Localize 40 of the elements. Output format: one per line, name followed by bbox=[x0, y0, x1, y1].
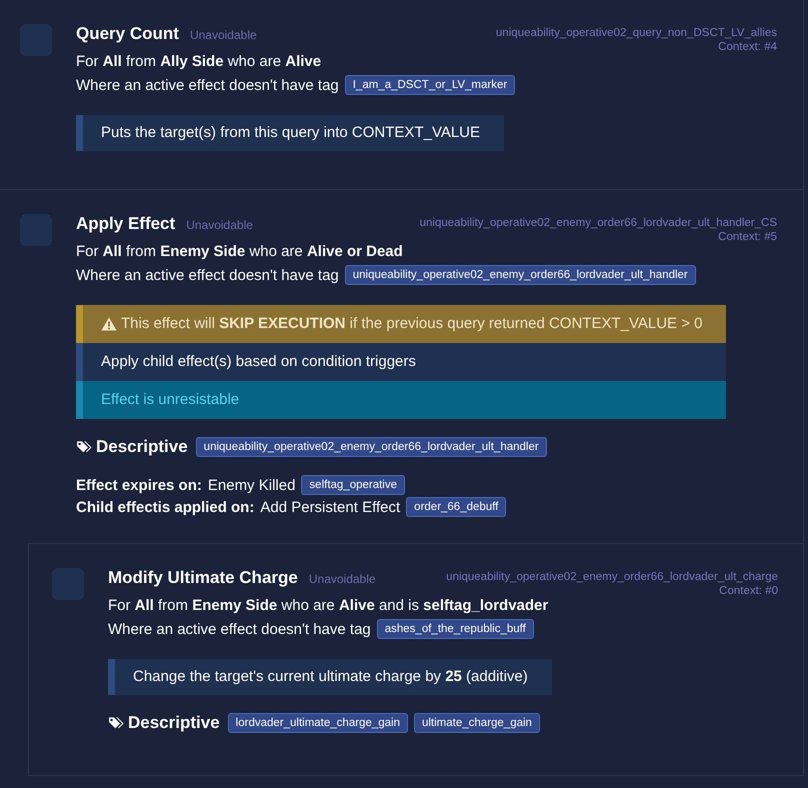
context-label: Context: #4 bbox=[717, 40, 777, 54]
trigger-label: Effect expires on: bbox=[76, 477, 202, 494]
warning-text: This effect will SKIP EXECUTION if the previous query returned CONTEXT_VALUE > 0 bbox=[121, 314, 702, 334]
flag-label: Unavoidable bbox=[190, 27, 257, 44]
tag-chip: lordvader_ultimate_charge_gain bbox=[228, 713, 408, 733]
tags-icon bbox=[108, 716, 126, 730]
effect-title: Modify Ultimate Charge bbox=[108, 567, 298, 589]
effect-identifier: uniqueability_operative02_enemy_order66_lordvader_ult_handler_CS bbox=[420, 216, 777, 230]
info-banner: Change the target's current ultimate charge by 25 (additive) bbox=[108, 659, 552, 695]
effect-identifier: uniqueability_operative02_enemy_order66_lordvader_ult_charge bbox=[446, 570, 778, 584]
flag-label: Unavoidable bbox=[308, 571, 376, 588]
condition-text: Where an active effect doesn't have tag bbox=[76, 267, 339, 284]
descriptive-label: Descriptive bbox=[96, 437, 188, 457]
effect-identifier: uniqueability_operative02_query_non_DSCT_LV_allies bbox=[496, 26, 777, 40]
tag-chip: uniqueability_operative02_enemy_order66_lordvader_ult_handler bbox=[196, 437, 547, 457]
context-label: Context: #0 bbox=[718, 584, 778, 598]
target-text: For All from Enemy Side who are Alive and is selftag_lordvader bbox=[108, 596, 550, 616]
tags-icon bbox=[76, 440, 94, 454]
warning-icon bbox=[101, 317, 117, 331]
trigger-label: Child effectis applied on: bbox=[76, 499, 254, 516]
info-banner: Puts the target(s) from this query into CONTEXT_VALUE bbox=[76, 115, 504, 151]
tag-chip: uniqueability_operative02_enemy_order66_lordvader_ult_handler bbox=[344, 265, 696, 286]
target-text: For All from Ally Side who are Alive bbox=[76, 52, 322, 72]
effect-title: Apply Effect bbox=[76, 213, 176, 235]
condition-text: Where an active effect doesn't have tag bbox=[108, 621, 371, 638]
descriptive-label: Descriptive bbox=[128, 713, 220, 733]
tag-chip: ashes_of_the_republic_buff bbox=[376, 619, 534, 640]
context-label: Context: #5 bbox=[717, 230, 777, 244]
highlight-banner: Effect is unresistable bbox=[76, 381, 726, 419]
tag-chip: order_66_debuff bbox=[406, 497, 506, 518]
tag-chip: ultimate_charge_gain bbox=[414, 713, 540, 733]
trigger-value: Add Persistent Effect bbox=[260, 499, 400, 516]
flag-label: Unavoidable bbox=[186, 217, 253, 234]
tag-chip: I_am_a_DSCT_or_LV_marker bbox=[344, 75, 516, 96]
info-banner: Apply child effect(s) based on condition triggers bbox=[76, 343, 726, 381]
tag-chip: selftag_operative bbox=[301, 475, 406, 496]
condition-text: Where an active effect doesn't have tag bbox=[76, 77, 339, 94]
trigger-value: Enemy Killed bbox=[208, 477, 296, 494]
target-text: For All from Enemy Side who are Alive or Dead bbox=[76, 242, 404, 262]
effect-title: Query Count bbox=[76, 23, 179, 45]
